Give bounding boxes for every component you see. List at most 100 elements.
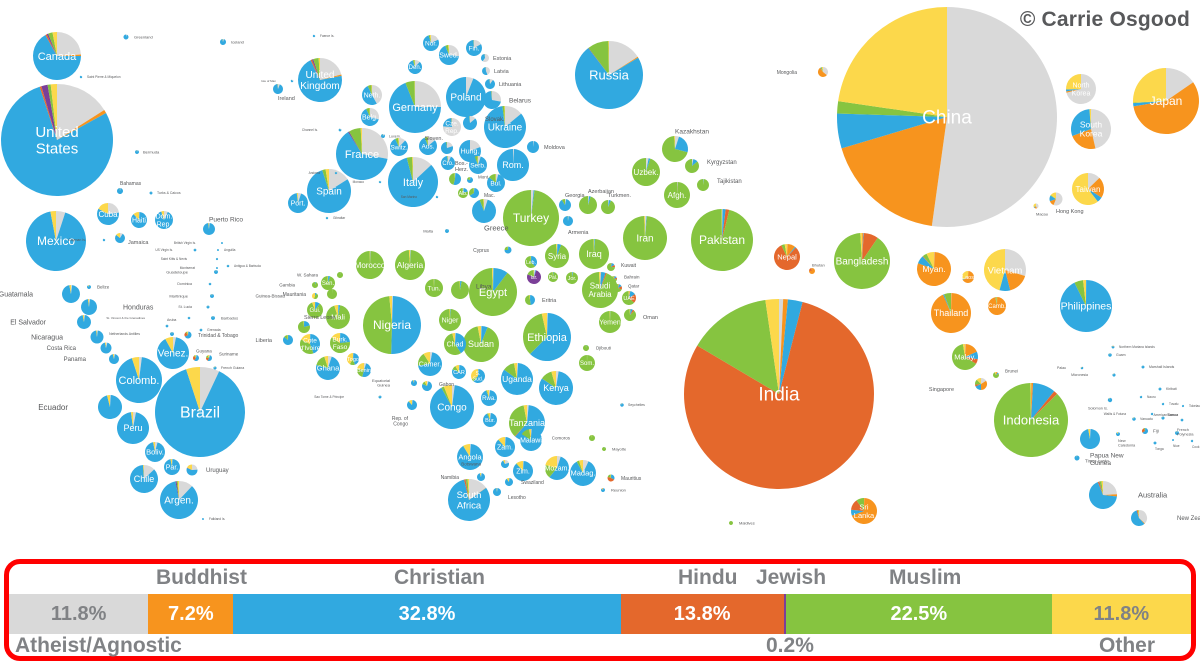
country-pie[interactable] xyxy=(1171,439,1174,442)
country-pie[interactable] xyxy=(611,276,617,282)
country-pie[interactable] xyxy=(449,173,462,186)
country-pie[interactable] xyxy=(588,435,595,442)
country-pie[interactable] xyxy=(219,39,226,45)
country-pie[interactable] xyxy=(525,295,535,305)
country-pie[interactable] xyxy=(450,281,469,300)
country-pie[interactable] xyxy=(338,128,342,132)
country-pie[interactable] xyxy=(662,136,688,162)
country-pie[interactable] xyxy=(165,324,169,328)
country-pie[interactable] xyxy=(481,54,489,62)
country-pie[interactable] xyxy=(216,267,219,269)
country-pie[interactable] xyxy=(149,191,153,195)
country-pie[interactable] xyxy=(410,380,417,386)
country-pie[interactable] xyxy=(378,180,382,184)
country-pie[interactable] xyxy=(123,34,129,40)
country-pie[interactable] xyxy=(1180,418,1184,422)
country-pie[interactable] xyxy=(444,229,449,233)
country-pie[interactable] xyxy=(98,395,123,419)
country-pie[interactable] xyxy=(1158,387,1162,391)
country-pie[interactable] xyxy=(728,520,733,525)
country-pie[interactable] xyxy=(209,294,214,298)
country-pie[interactable] xyxy=(81,299,98,315)
country-pie[interactable] xyxy=(79,75,83,79)
country-pie[interactable] xyxy=(504,246,512,254)
country-pie[interactable] xyxy=(1142,427,1148,434)
country-pie[interactable] xyxy=(216,249,219,252)
country-pie[interactable] xyxy=(685,159,699,173)
country-pie[interactable] xyxy=(583,345,590,352)
country-pie[interactable] xyxy=(463,115,477,131)
country-pie[interactable] xyxy=(1074,455,1080,461)
country-pie[interactable] xyxy=(620,403,624,407)
country-pie[interactable] xyxy=(203,222,216,235)
country-pie[interactable] xyxy=(501,460,509,468)
country-pie[interactable] xyxy=(993,372,999,379)
country-pie[interactable] xyxy=(484,78,496,89)
country-pie[interactable] xyxy=(100,342,112,354)
country-pie[interactable] xyxy=(135,150,140,154)
country-pie[interactable] xyxy=(76,315,91,330)
country-pie[interactable] xyxy=(117,188,123,194)
country-pie[interactable] xyxy=(326,289,337,299)
country-pie[interactable] xyxy=(312,34,316,38)
legend-segment-muslim[interactable]: 22.5% xyxy=(785,594,1052,634)
country-pie[interactable] xyxy=(186,464,198,476)
country-pie[interactable] xyxy=(1132,417,1136,421)
country-pie[interactable] xyxy=(505,478,513,487)
country-pie[interactable] xyxy=(435,195,439,199)
legend-segment-christian[interactable]: 32.8% xyxy=(233,594,621,634)
country-pie[interactable] xyxy=(407,400,417,411)
country-pie[interactable] xyxy=(226,264,230,268)
country-pie[interactable] xyxy=(817,67,828,78)
country-pie[interactable] xyxy=(527,141,539,153)
country-pie[interactable] xyxy=(1033,203,1039,209)
country-pie[interactable] xyxy=(601,200,616,214)
country-pie[interactable] xyxy=(1116,432,1120,437)
country-pie[interactable] xyxy=(86,285,91,290)
country-pie[interactable] xyxy=(809,268,816,274)
country-pie[interactable] xyxy=(187,316,191,320)
country-pie[interactable] xyxy=(607,474,615,482)
country-pie[interactable] xyxy=(334,171,338,175)
country-pie[interactable] xyxy=(273,84,284,94)
country-pie[interactable] xyxy=(421,381,432,392)
country-pie[interactable] xyxy=(468,188,479,199)
country-pie[interactable] xyxy=(102,238,106,242)
country-pie[interactable] xyxy=(1139,395,1143,399)
country-pie[interactable] xyxy=(206,305,210,309)
country-pie[interactable] xyxy=(215,257,219,261)
country-pie[interactable] xyxy=(624,309,637,321)
country-pie[interactable] xyxy=(1141,365,1145,369)
country-pie[interactable] xyxy=(290,79,294,83)
country-pie[interactable] xyxy=(476,473,485,481)
country-pie[interactable] xyxy=(184,331,192,339)
country-pie[interactable] xyxy=(563,216,574,226)
country-pie[interactable] xyxy=(1111,345,1115,349)
country-pie[interactable] xyxy=(1161,402,1165,406)
country-pie[interactable] xyxy=(115,233,125,243)
country-pie[interactable] xyxy=(1108,353,1112,357)
country-pie[interactable] xyxy=(493,488,502,496)
country-pie[interactable] xyxy=(337,272,344,279)
country-pie[interactable] xyxy=(213,366,217,370)
country-pie[interactable] xyxy=(1131,510,1147,527)
country-pie[interactable] xyxy=(975,378,988,390)
country-pie[interactable] xyxy=(381,134,385,139)
country-pie[interactable] xyxy=(211,316,215,320)
country-pie[interactable] xyxy=(282,335,293,345)
country-pie[interactable] xyxy=(601,447,606,451)
country-pie[interactable] xyxy=(193,355,199,361)
country-pie[interactable] xyxy=(1088,481,1117,510)
country-pie[interactable] xyxy=(220,242,223,245)
country-pie[interactable] xyxy=(697,179,709,192)
country-pie[interactable] xyxy=(298,321,310,334)
country-pie[interactable] xyxy=(312,293,318,299)
legend-segment-atheist[interactable]: 11.8% xyxy=(9,594,149,634)
country-pie[interactable] xyxy=(206,355,213,362)
country-pie[interactable] xyxy=(1153,441,1157,445)
country-pie[interactable] xyxy=(467,177,474,183)
country-pie[interactable] xyxy=(559,198,572,212)
country-pie[interactable] xyxy=(1049,192,1063,206)
country-pie[interactable] xyxy=(1080,366,1084,370)
country-pie[interactable] xyxy=(471,199,496,224)
